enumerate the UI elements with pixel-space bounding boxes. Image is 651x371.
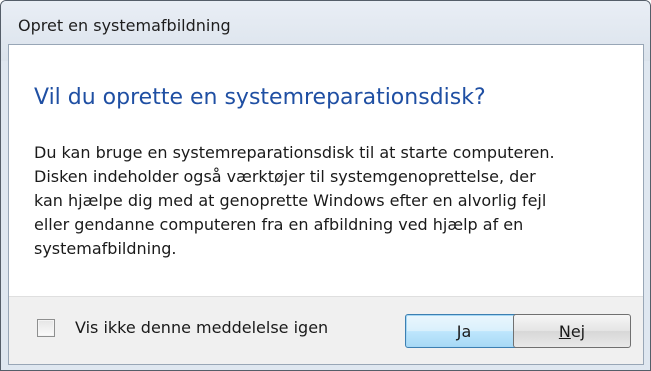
yes-button[interactable]: Ja <box>405 314 523 348</box>
main-instruction: Vil du oprette en systemreparationsdisk? <box>34 85 486 110</box>
no-button-label: Nej <box>559 322 585 341</box>
dialog-content: Du kan bruge en systemreparationsdisk ti… <box>34 141 634 261</box>
content-line-4: eller gendanne computeren fra en afbildn… <box>34 215 524 234</box>
dont-show-again-option[interactable]: Vis ikke denne meddelelse igen <box>37 318 328 337</box>
content-line-2: Disken indeholder også værktøjer til sys… <box>34 167 536 186</box>
dont-show-again-label[interactable]: Vis ikke denne meddelelse igen <box>75 318 328 337</box>
title-bar[interactable]: Opret en systemafbildning <box>1 1 650 43</box>
window-title: Opret en systemafbildning <box>18 16 231 35</box>
no-button-label-suffix: ej <box>570 321 586 341</box>
dialog-footer: Vis ikke denne meddelelse igen Ja Nej <box>9 296 643 364</box>
content-line-3: kan hjælpe dig med at genoprette Windows… <box>34 191 547 210</box>
content-line-5: systemafbildning. <box>34 239 177 258</box>
dialog-window: Opret en systemafbildning Vil du oprette… <box>0 0 651 371</box>
dialog-client-area: Vil du oprette en systemreparationsdisk?… <box>8 44 644 365</box>
yes-button-label: Ja <box>456 321 472 341</box>
content-line-1: Du kan bruge en systemreparationsdisk ti… <box>34 143 555 162</box>
dont-show-again-checkbox[interactable] <box>37 318 55 337</box>
no-button-mnemonic: N <box>558 321 571 341</box>
no-button[interactable]: Nej <box>513 314 631 348</box>
